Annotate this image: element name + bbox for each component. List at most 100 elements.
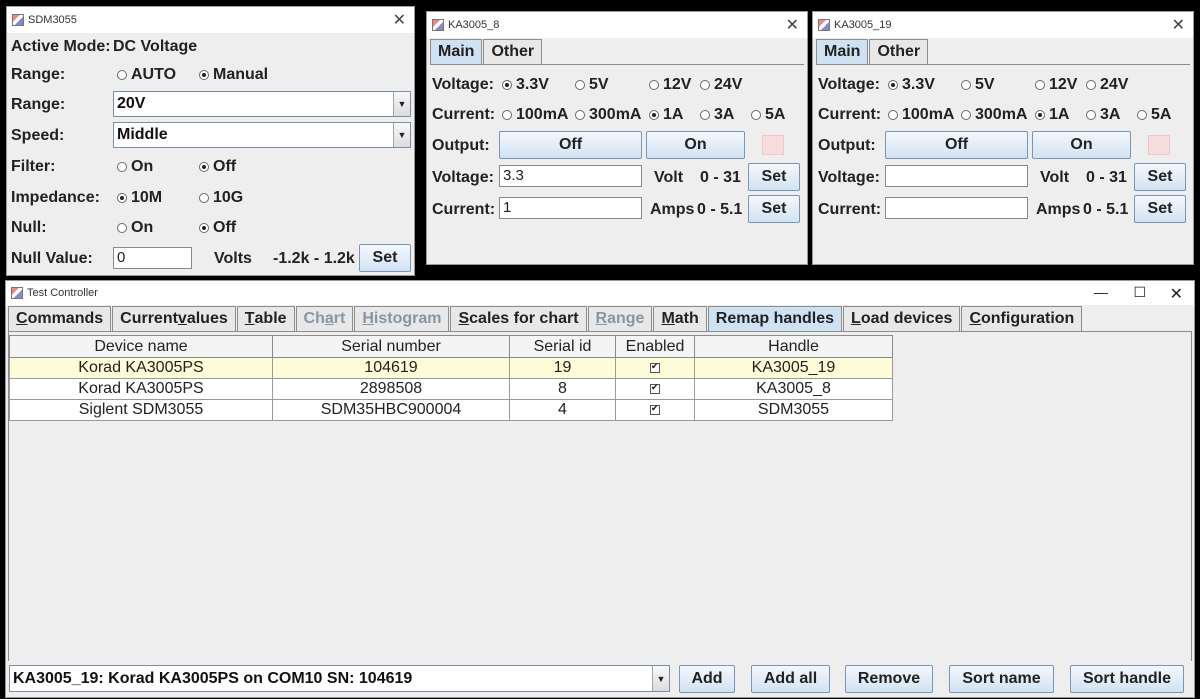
tab-remap-handles[interactable]: Remap handles [707, 306, 843, 331]
sort-name-button[interactable]: Sort name [949, 665, 1054, 693]
sort-handle-button[interactable]: Sort handle [1070, 665, 1184, 693]
cell-serial[interactable]: SDM35HBC900004 [272, 399, 510, 421]
tab-range[interactable]: Range [587, 306, 653, 331]
col-enabled[interactable]: Enabled [615, 335, 695, 358]
close-icon[interactable]: ✕ [786, 15, 799, 35]
current-input[interactable] [885, 197, 1028, 219]
checkbox-checked-icon[interactable] [650, 382, 660, 394]
current-5a-radio[interactable]: 5A [751, 106, 785, 124]
tab-math[interactable]: Math [653, 306, 707, 331]
tab-configuration[interactable]: Configuration [961, 306, 1083, 331]
tab-scales-for-chart[interactable]: Scales for chart [450, 306, 587, 331]
remove-button[interactable]: Remove [845, 665, 933, 693]
cell-device[interactable]: Korad KA3005PS [9, 357, 273, 379]
voltage-24v-radio[interactable]: 24V [1086, 76, 1128, 94]
cell-handle[interactable]: KA3005_19 [694, 357, 893, 379]
tab-chart[interactable]: Ch a rt [295, 306, 354, 331]
chevron-down-icon[interactable]: ▼ [393, 123, 410, 147]
voltage-set-button[interactable]: Set [1134, 163, 1186, 191]
title-bar[interactable]: KA3005_19 ✕ [813, 12, 1193, 38]
add-all-button[interactable]: Add all [751, 665, 830, 693]
cell-device[interactable]: Siglent SDM3055 [9, 399, 273, 421]
title-bar[interactable]: SDM3055 ✕ [7, 7, 414, 33]
current-5a-radio[interactable]: 5A [1137, 106, 1171, 124]
col-serial-number[interactable]: Serial number [272, 335, 510, 358]
impedance-10g-radio[interactable]: 10G [199, 189, 243, 207]
current-100ma-radio[interactable]: 100mA [888, 106, 954, 124]
current-set-button[interactable]: Set [748, 195, 800, 223]
tab-histogram[interactable]: Histogram [354, 306, 450, 331]
current-3a-radio[interactable]: 3A [1086, 106, 1120, 124]
col-handle[interactable]: Handle [694, 335, 893, 358]
voltage-set-button[interactable]: Set [748, 163, 800, 191]
col-serial-id[interactable]: Serial id [509, 335, 616, 358]
filter-off-radio[interactable]: Off [199, 158, 236, 176]
tab-table[interactable]: Table [236, 306, 295, 331]
table-row[interactable]: Korad KA3005PS 104619 19 KA3005_19 [9, 357, 893, 379]
tab-current-values[interactable]: Current v alues [112, 306, 236, 331]
close-icon[interactable]: ✕ [1172, 15, 1185, 35]
title-bar[interactable]: KA3005_8 ✕ [427, 12, 807, 38]
cell-id[interactable]: 4 [509, 399, 616, 421]
current-300ma-radio[interactable]: 300mA [575, 106, 641, 124]
current-input[interactable]: 1 [499, 197, 642, 219]
output-off-button[interactable]: Off [885, 131, 1028, 159]
null-off-radio[interactable]: Off [199, 219, 236, 237]
voltage-24v-radio[interactable]: 24V [700, 76, 742, 94]
voltage-12v-radio[interactable]: 12V [1035, 76, 1077, 94]
table-row[interactable]: Korad KA3005PS 2898508 8 KA3005_8 [9, 378, 893, 400]
voltage-5v-radio[interactable]: 5V [575, 76, 609, 94]
cell-id[interactable]: 8 [509, 378, 616, 400]
title-bar[interactable]: Test Controller — ☐ ✕ [6, 281, 1194, 305]
range-select[interactable]: 20V ▼ [113, 91, 411, 117]
voltage-3v3-radio[interactable]: 3.3V [502, 76, 549, 94]
close-icon[interactable]: ✕ [393, 10, 406, 30]
range-manual-radio[interactable]: Manual [199, 66, 268, 84]
impedance-10m-radio[interactable]: 10M [117, 189, 162, 207]
add-button[interactable]: Add [679, 665, 735, 693]
checkbox-checked-icon[interactable] [650, 403, 660, 415]
voltage-3v3-radio[interactable]: 3.3V [888, 76, 935, 94]
checkbox-checked-icon[interactable] [650, 361, 660, 373]
null-value-input[interactable]: 0 [113, 247, 192, 269]
cell-enabled[interactable] [615, 357, 695, 379]
tab-main[interactable]: Main [430, 39, 483, 64]
device-select[interactable]: KA3005_19: Korad KA3005PS on COM10 SN: 1… [9, 665, 670, 692]
tab-other[interactable]: Other [869, 39, 929, 64]
cell-enabled[interactable] [615, 378, 695, 400]
maximize-icon[interactable]: ☐ [1133, 284, 1146, 301]
output-off-button[interactable]: Off [499, 131, 642, 159]
voltage-12v-radio[interactable]: 12V [649, 76, 691, 94]
cell-serial[interactable]: 2898508 [272, 378, 510, 400]
current-1a-radio[interactable]: 1A [649, 106, 683, 124]
close-icon[interactable]: ✕ [1170, 284, 1183, 304]
tab-commands[interactable]: Commands [8, 306, 112, 331]
cell-serial[interactable]: 104619 [272, 357, 510, 379]
null-on-radio[interactable]: On [117, 219, 153, 237]
tab-main[interactable]: Main [816, 39, 869, 64]
current-1a-radio[interactable]: 1A [1035, 106, 1069, 124]
voltage-input[interactable] [885, 165, 1028, 187]
table-row[interactable]: Siglent SDM3055 SDM35HBC900004 4 SDM3055 [9, 399, 893, 421]
range-auto-radio[interactable]: AUTO [117, 66, 176, 84]
cell-enabled[interactable] [615, 399, 695, 421]
cell-id[interactable]: 19 [509, 357, 616, 379]
current-set-button[interactable]: Set [1134, 195, 1186, 223]
chevron-down-icon[interactable]: ▼ [393, 92, 410, 116]
cell-handle[interactable]: KA3005_8 [694, 378, 893, 400]
current-3a-radio[interactable]: 3A [700, 106, 734, 124]
output-on-button[interactable]: On [1032, 131, 1131, 159]
minimize-icon[interactable]: — [1094, 284, 1108, 300]
current-300ma-radio[interactable]: 300mA [961, 106, 1027, 124]
speed-select[interactable]: Middle ▼ [113, 122, 411, 148]
col-device-name[interactable]: Device name [9, 335, 273, 358]
filter-on-radio[interactable]: On [117, 158, 153, 176]
current-100ma-radio[interactable]: 100mA [502, 106, 568, 124]
voltage-5v-radio[interactable]: 5V [961, 76, 995, 94]
chevron-down-icon[interactable]: ▼ [652, 666, 669, 691]
cell-handle[interactable]: SDM3055 [694, 399, 893, 421]
tab-load-devices[interactable]: Load devices [843, 306, 961, 331]
null-set-button[interactable]: Set [359, 244, 411, 272]
cell-device[interactable]: Korad KA3005PS [9, 378, 273, 400]
output-on-button[interactable]: On [646, 131, 745, 159]
